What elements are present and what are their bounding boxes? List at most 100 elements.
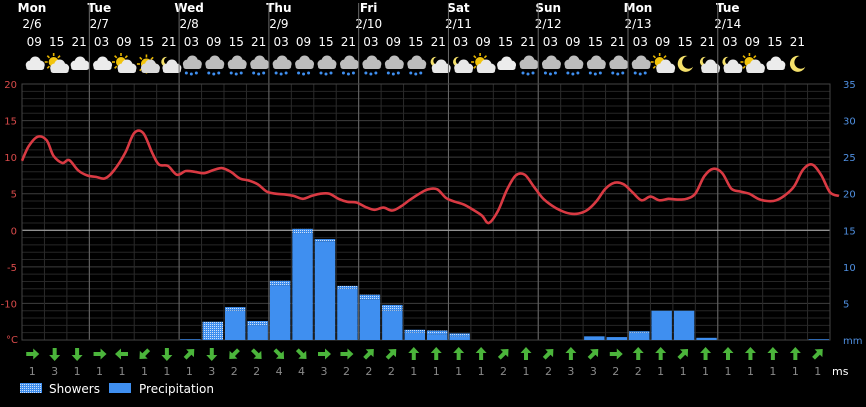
wind-speed: 1 — [814, 365, 821, 378]
wind-speed: 1 — [478, 365, 485, 378]
wind-speed: 1 — [29, 365, 36, 378]
wind-arrow-icon — [340, 348, 354, 360]
wind-arrow-icon — [139, 348, 151, 359]
hour-label: 15 — [677, 35, 692, 49]
wind-arrow-icon — [206, 348, 218, 361]
hour-label: 03 — [363, 35, 378, 49]
y-left-tick: 15 — [4, 117, 17, 128]
precipitation-bar — [247, 325, 268, 340]
y-right-tick: 25 — [843, 153, 856, 164]
sun-cloud-icon — [112, 53, 137, 73]
y-left-tick: 5 — [11, 190, 17, 201]
rain-cloud-icon — [586, 55, 606, 76]
moon-icon — [789, 55, 806, 72]
wind-arrow-icon — [273, 348, 285, 359]
wind-speed: 1 — [792, 365, 799, 378]
wind-speed: 3 — [208, 365, 215, 378]
y-left-tick: 10 — [4, 153, 17, 164]
rain-cloud-icon — [317, 55, 337, 76]
precipitation-bar — [404, 332, 425, 340]
cloud-icon — [93, 56, 113, 70]
wind-speed: 1 — [410, 365, 417, 378]
wind-arrow-icon — [542, 349, 554, 360]
wind-arrow-icon — [251, 348, 262, 359]
temperature-line — [20, 129, 840, 225]
wind-speed: 2 — [635, 365, 642, 378]
wind-speed: 1 — [74, 365, 81, 378]
precipitation-bar — [606, 337, 627, 340]
showers-bar — [269, 280, 291, 286]
wind-speed: 1 — [702, 365, 709, 378]
wind-arrow-icon — [812, 349, 823, 360]
hour-label: 21 — [790, 35, 805, 49]
hour-label: 09 — [206, 35, 221, 49]
showers-bar — [247, 320, 268, 326]
wind-speed: 3 — [321, 365, 328, 378]
temperature-series — [20, 129, 840, 225]
precipitation-bar — [359, 299, 381, 340]
hour-label: 09 — [27, 35, 42, 49]
precipitation-bar — [696, 337, 717, 340]
day-date: 2/10 — [355, 17, 382, 31]
y-left-tick: -5 — [7, 263, 17, 274]
wind-arrow-icon — [520, 347, 532, 360]
y-left-unit: °C — [6, 335, 18, 346]
legend-precipitation-swatch — [109, 383, 131, 393]
showers-bar — [314, 239, 336, 242]
precipitation-bar — [449, 336, 470, 340]
wind-speed: 3 — [567, 365, 574, 378]
hour-label: 15 — [588, 35, 603, 49]
precipitation-bar — [314, 241, 336, 340]
day-date: 2/9 — [269, 17, 288, 31]
showers-bar — [808, 339, 829, 340]
rain-cloud-icon — [227, 55, 247, 76]
wind-arrow-icon — [655, 347, 667, 360]
cloud-icon — [766, 56, 786, 70]
wind-speed: 2 — [231, 365, 238, 378]
rain-cloud-icon — [407, 55, 427, 76]
wind-speed: 2 — [365, 365, 372, 378]
rain-cloud-icon — [339, 55, 359, 76]
sun-cloud-icon — [740, 53, 765, 73]
day-date: 2/6 — [22, 17, 41, 31]
hour-label: 15 — [229, 35, 244, 49]
day-date: 2/14 — [714, 17, 741, 31]
showers-bar — [404, 329, 425, 333]
wind-speed: 1 — [725, 365, 732, 378]
wind-speed: 4 — [276, 365, 283, 378]
sun-cloud-icon — [471, 53, 496, 73]
sun-icon — [136, 54, 160, 74]
hour-label: 09 — [655, 35, 670, 49]
rain-cloud-icon — [564, 55, 584, 76]
wind-arrow-icon — [26, 348, 40, 360]
rain-cloud-icon — [250, 55, 270, 76]
legend-precipitation-label: Precipitation — [139, 382, 214, 396]
y-right-tick: 15 — [843, 226, 856, 237]
wind-arrow-icon — [744, 347, 756, 360]
wind-arrow-icon — [295, 348, 307, 359]
wind-speed: 2 — [388, 365, 395, 378]
legend-showers-label: Showers — [49, 382, 100, 396]
wind-arrow-icon — [677, 349, 689, 360]
y-left-tick: -10 — [1, 299, 17, 310]
showers-bar — [180, 339, 201, 340]
wind-speed: 4 — [298, 365, 305, 378]
hour-label: 21 — [520, 35, 535, 49]
wind-arrow-icon — [453, 347, 465, 360]
wind-arrow-icon — [408, 347, 420, 360]
rain-cloud-icon — [182, 55, 202, 76]
wind-arrow-icon — [363, 349, 374, 360]
moon-icon — [677, 55, 694, 72]
hour-label: 15 — [767, 35, 782, 49]
showers-bar — [292, 228, 313, 234]
hour-label: 09 — [565, 35, 580, 49]
wind-arrow-icon — [609, 348, 623, 360]
hour-label: 15 — [139, 35, 154, 49]
wind-arrow-icon — [318, 348, 331, 360]
wind-speed: 1 — [433, 365, 440, 378]
day-header: Mon2/6Tue2/7Wed2/8Thu2/9Fri2/10Sat2/11Su… — [18, 1, 805, 49]
wind-speed: 2 — [612, 365, 619, 378]
hour-label: 03 — [273, 35, 288, 49]
wind-arrow-icon — [587, 349, 599, 360]
wind-arrow-icon — [385, 349, 397, 360]
